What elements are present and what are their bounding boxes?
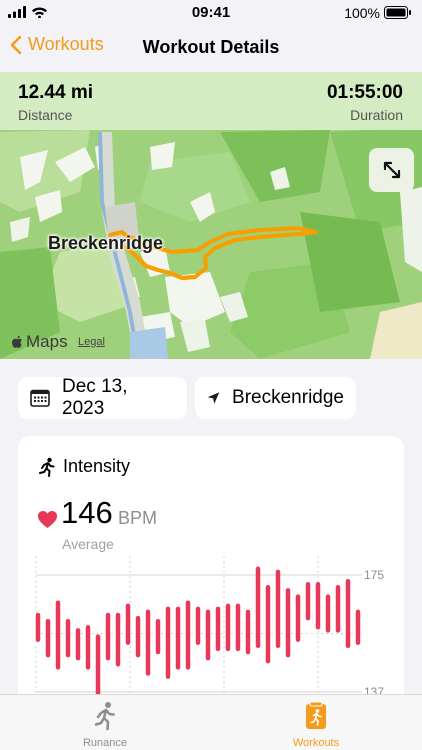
- map-legal-link[interactable]: Legal: [78, 336, 105, 348]
- duration-value: 01:55:00: [326, 82, 403, 103]
- workout-list-icon: [306, 701, 326, 729]
- page-title: Workout Details: [142, 37, 280, 57]
- status-bar: 09:41 100%: [0, 0, 422, 24]
- battery-percent: 100%: [344, 5, 380, 21]
- location-chip[interactable]: Breckenridge: [195, 377, 356, 419]
- apple-logo-icon: [12, 335, 22, 348]
- workout-summary-bar: 12.44 mi Distance 01:55:00 Duration: [0, 72, 422, 130]
- battery-icon: [384, 6, 411, 19]
- workout-location: Breckenridge: [232, 387, 344, 408]
- date-chip[interactable]: Dec 13, 2023: [18, 376, 187, 419]
- maps-attribution: Maps: [12, 332, 68, 352]
- y-tick-175: 175: [364, 568, 384, 582]
- tab-runance[interactable]: Runance: [45, 701, 165, 749]
- tab-workouts[interactable]: Workouts: [256, 701, 376, 749]
- map-town-label: Breckenridge: [48, 233, 164, 253]
- calendar-icon: [30, 389, 50, 407]
- duration-label: Duration: [350, 107, 403, 123]
- expand-map-button[interactable]: [369, 148, 414, 192]
- navigation-bar: Workouts Workout Details: [0, 26, 422, 70]
- distance-label: Distance: [18, 107, 73, 123]
- expand-arrows-icon: [383, 161, 400, 179]
- running-figure-icon: [94, 702, 115, 731]
- workout-date: Dec 13, 2023: [62, 376, 128, 419]
- intensity-card: Intensity 146 BPM Average 175 137: [18, 436, 404, 726]
- tab-bar: Runance Workouts: [0, 694, 422, 750]
- tab-runance-label: Runance: [82, 737, 128, 749]
- heart-rate-chart: 175 137: [35, 556, 384, 726]
- route-map[interactable]: 12.44 mi Distance 01:55:00 Duration Brec…: [0, 72, 422, 359]
- maps-attribution-text: Maps: [26, 332, 68, 351]
- distance-value: 12.44 mi: [18, 82, 93, 103]
- location-arrow-icon: [207, 392, 220, 404]
- tab-workouts-label: Workouts: [292, 737, 340, 749]
